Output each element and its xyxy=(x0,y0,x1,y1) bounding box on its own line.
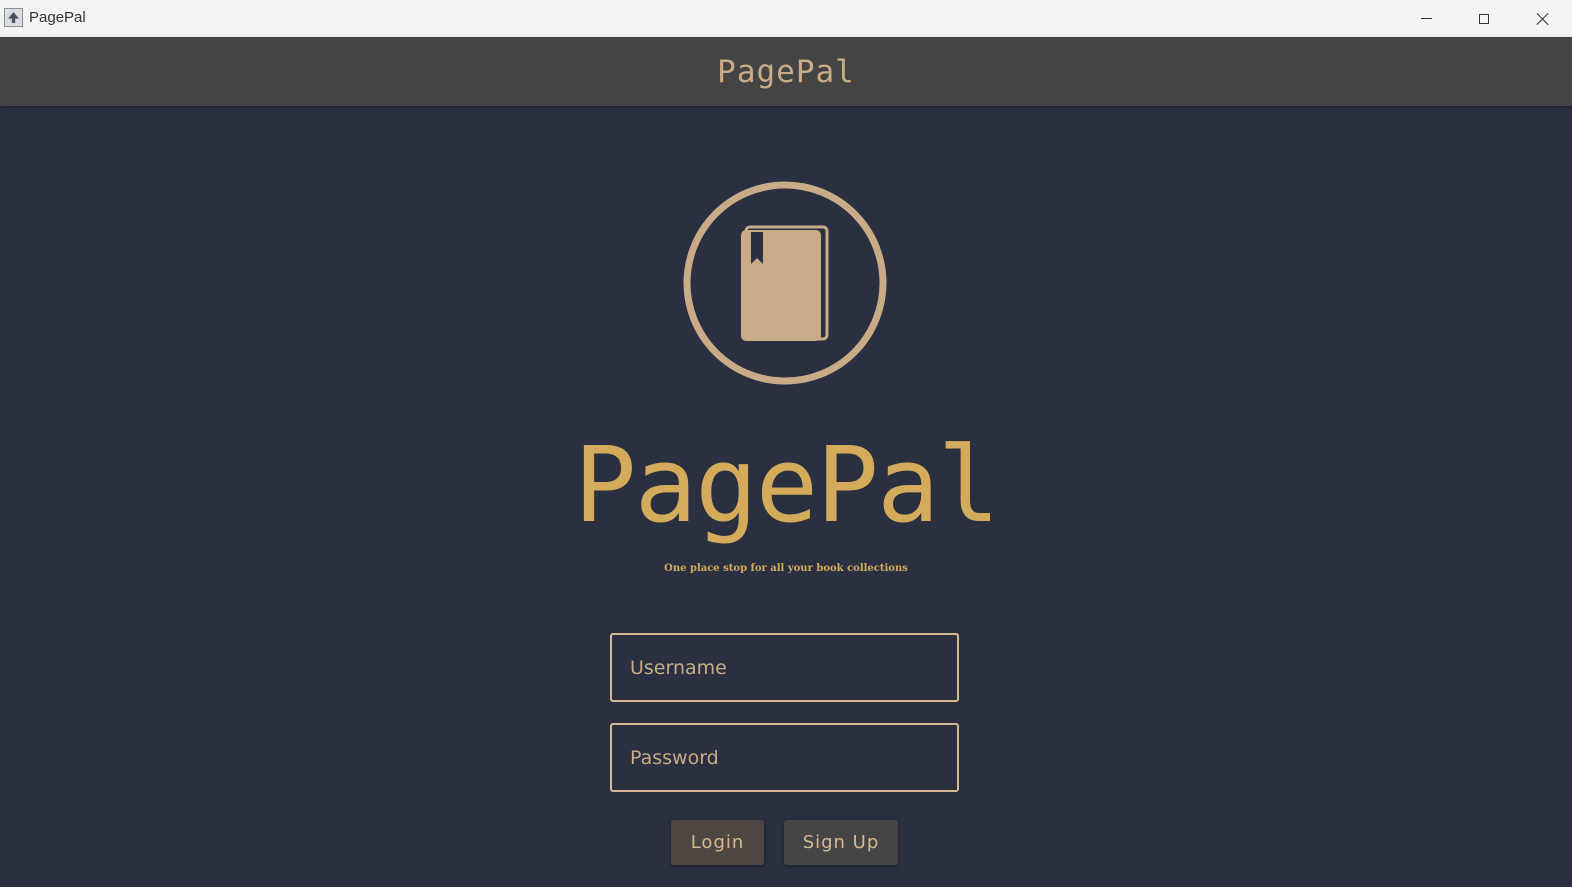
app-header: PagePal xyxy=(0,37,1572,106)
brand-name: PagePal xyxy=(573,424,1000,546)
close-icon xyxy=(1536,12,1550,26)
app-window: PagePal PagePal PagePal One place stop f… xyxy=(0,0,1572,887)
minimize-button[interactable] xyxy=(1397,0,1455,37)
close-button[interactable] xyxy=(1514,0,1572,37)
password-input[interactable] xyxy=(610,723,959,792)
header-title: PagePal xyxy=(717,53,855,90)
username-input[interactable] xyxy=(610,633,959,702)
maximize-button[interactable] xyxy=(1455,0,1513,37)
brand-tagline: One place stop for all your book collect… xyxy=(664,563,908,574)
app-icon xyxy=(4,8,23,27)
window-title: PagePal xyxy=(29,9,86,26)
login-button[interactable]: Login xyxy=(671,820,764,865)
window-titlebar[interactable]: PagePal xyxy=(0,0,1572,37)
signup-button[interactable]: Sign Up xyxy=(784,820,898,865)
book-icon xyxy=(683,181,887,385)
maximize-icon xyxy=(1479,13,1489,24)
minimize-icon xyxy=(1420,18,1432,19)
